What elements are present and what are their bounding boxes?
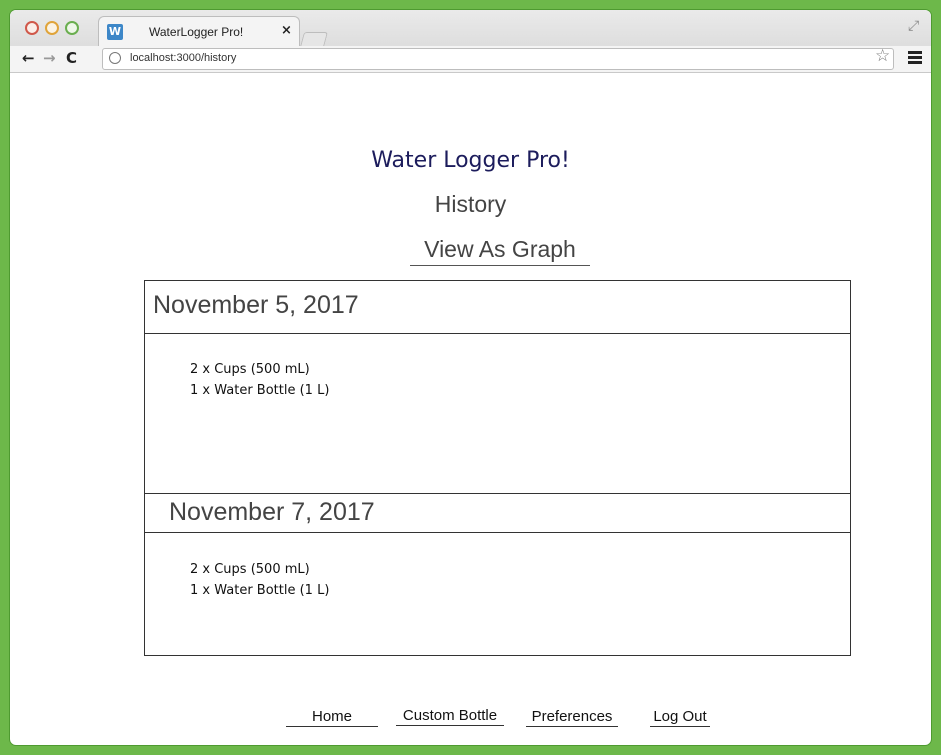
browser-tab[interactable]: W WaterLogger Pro! ×: [98, 16, 300, 47]
view-as-graph-link[interactable]: View As Graph: [410, 236, 590, 266]
hamburger-menu-icon[interactable]: [908, 51, 922, 64]
reload-icon[interactable]: C: [66, 49, 77, 67]
minimize-window-icon[interactable]: [45, 21, 59, 35]
maximize-window-icon[interactable]: [65, 21, 79, 35]
close-window-icon[interactable]: [25, 21, 39, 35]
browser-window: W WaterLogger Pro! × ⤢ ← → C localhost:3…: [10, 10, 931, 745]
footer-custom-bottle-link[interactable]: Custom Bottle: [396, 707, 504, 726]
footer-preferences-link[interactable]: Preferences: [526, 708, 618, 727]
favicon-icon: W: [107, 24, 123, 40]
entry-item: 2 x Cups (500 mL): [190, 362, 310, 377]
back-arrow-icon[interactable]: ←: [22, 49, 35, 67]
day-date: November 7, 2017: [169, 498, 375, 526]
forward-arrow-icon[interactable]: →: [43, 49, 56, 67]
tab-close-icon[interactable]: ×: [281, 23, 292, 38]
new-tab-button[interactable]: [299, 32, 329, 47]
day-header: November 5, 2017: [145, 281, 850, 334]
browser-toolbar: ← → C localhost:3000/history ☆: [10, 46, 931, 73]
day-entries: 2 x Cups (500 mL) 1 x Water Bottle (1 L): [190, 559, 329, 601]
footer-home-link[interactable]: Home: [286, 708, 378, 727]
globe-icon: [109, 52, 121, 64]
tab-title: WaterLogger Pro!: [149, 25, 244, 39]
entry-item: 1 x Water Bottle (1 L): [190, 583, 330, 598]
entry-item: 2 x Cups (500 mL): [190, 562, 310, 577]
address-bar[interactable]: localhost:3000/history: [102, 48, 894, 70]
app-title: Water Logger Pro!: [371, 148, 570, 173]
page-title: History: [434, 191, 507, 217]
day-date: November 5, 2017: [153, 291, 359, 319]
footer-log-out-link[interactable]: Log Out: [650, 708, 710, 727]
entry-item: 1 x Water Bottle (1 L): [190, 383, 330, 398]
day-header: November 7, 2017: [145, 493, 850, 533]
day-entries: 2 x Cups (500 mL) 1 x Water Bottle (1 L): [190, 359, 329, 401]
bookmark-star-icon[interactable]: ☆: [875, 46, 890, 66]
history-list: November 5, 2017 2 x Cups (500 mL) 1 x W…: [144, 280, 851, 656]
url-text[interactable]: localhost:3000/history: [130, 52, 236, 64]
fullscreen-icon[interactable]: ⤢: [908, 18, 919, 34]
